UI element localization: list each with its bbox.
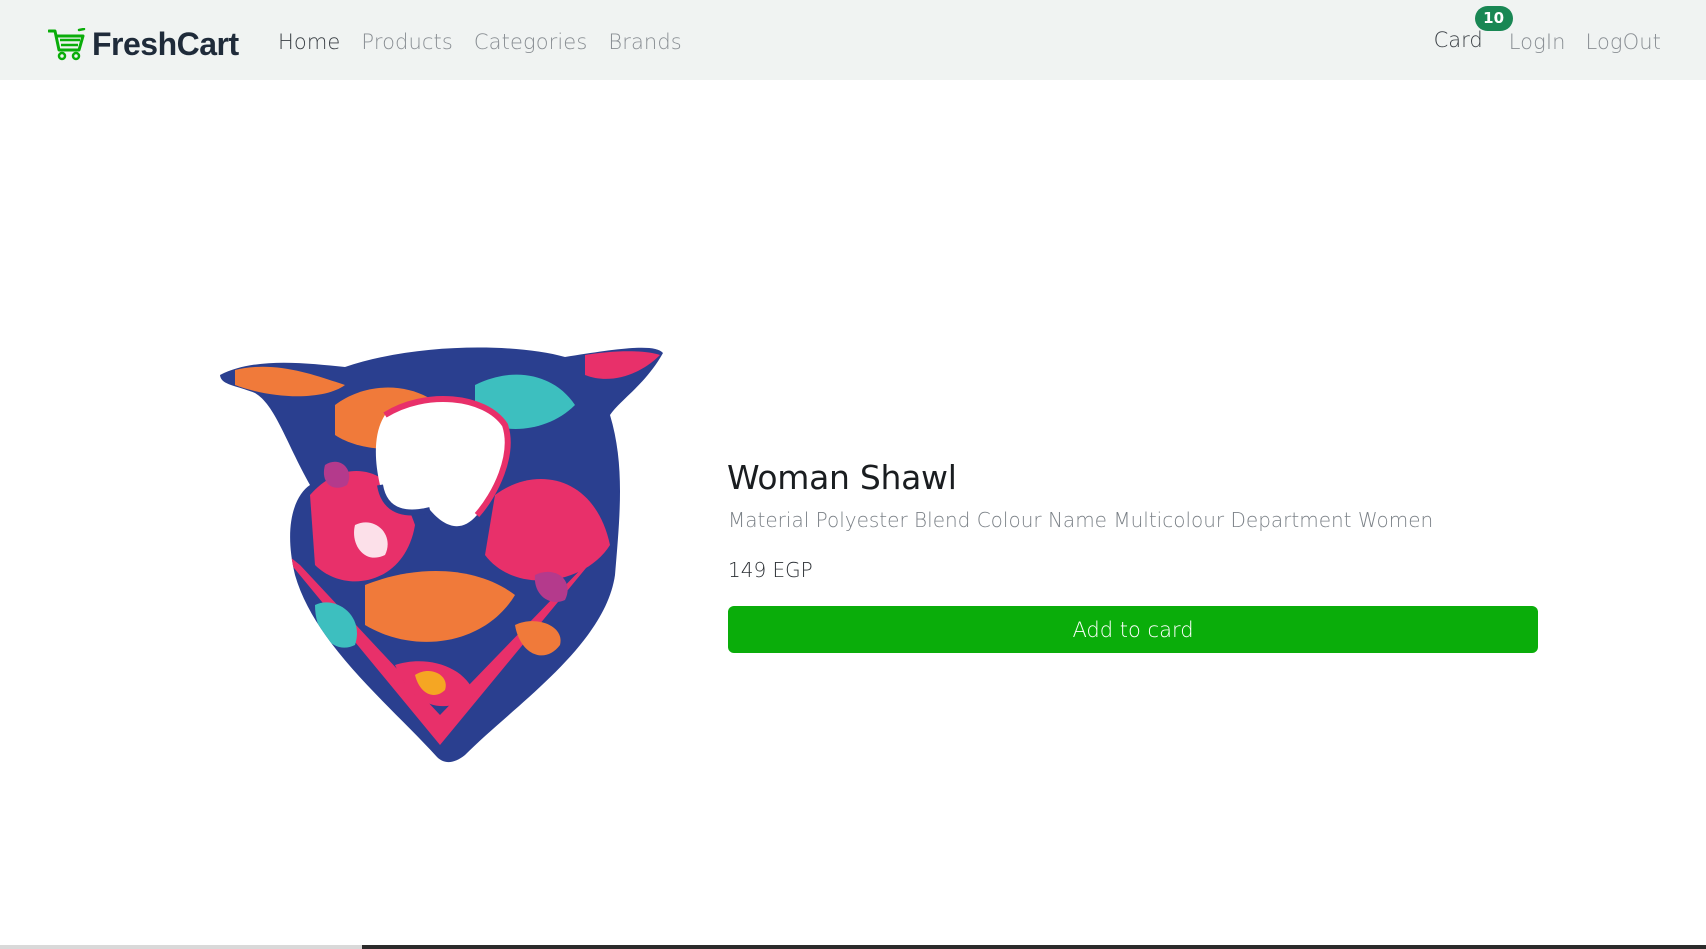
cart-count-badge: 10: [1474, 6, 1513, 31]
nav-link-categories[interactable]: Categories: [474, 30, 587, 54]
main-nav: Home Products Categories Brands: [278, 30, 703, 54]
nav-link-home[interactable]: Home: [278, 30, 340, 54]
scrollbar-thumb[interactable]: [362, 945, 1706, 949]
nav-link-products[interactable]: Products: [361, 30, 452, 54]
logout-link[interactable]: LogOut: [1586, 30, 1661, 54]
brand-name: FreshCart: [92, 26, 239, 62]
nav-link-brands[interactable]: Brands: [608, 30, 681, 54]
cart-label: Card: [1433, 28, 1483, 52]
cart-icon: [48, 27, 86, 60]
account-nav: Card 10 LogIn LogOut: [1433, 6, 1661, 54]
add-to-cart-button[interactable]: Add to card: [728, 606, 1538, 653]
woman-shawl-image: [220, 347, 663, 763]
cart-link[interactable]: Card 10: [1433, 6, 1513, 52]
navbar: FreshCart Home Products Categories Brand…: [0, 0, 1706, 80]
product-title: Woman Shawl: [727, 458, 957, 497]
login-link[interactable]: LogIn: [1509, 30, 1566, 54]
brand-logo[interactable]: FreshCart: [48, 26, 239, 63]
product-price: 149 EGP: [728, 558, 813, 582]
product-description: Material Polyester Blend Colour Name Mul…: [728, 508, 1434, 532]
horizontal-scrollbar[interactable]: [0, 945, 1706, 949]
